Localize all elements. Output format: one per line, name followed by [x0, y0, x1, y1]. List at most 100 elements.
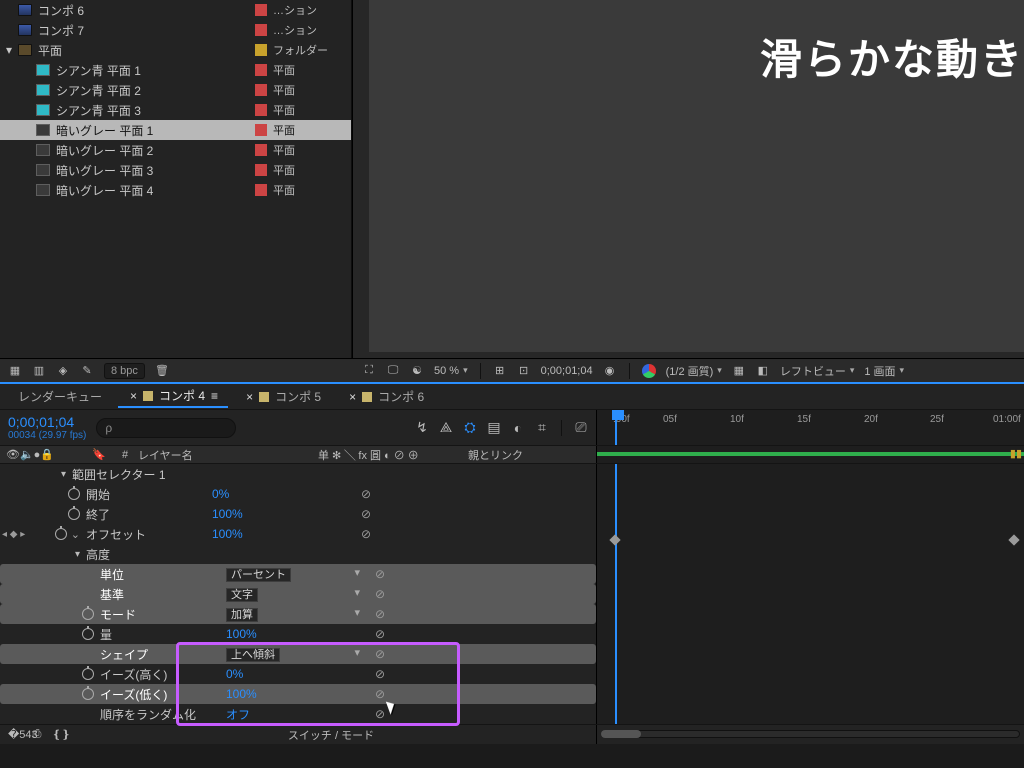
close-tab-icon[interactable]: × [246, 390, 253, 404]
project-item[interactable]: 暗いグレー 平面 1平面 [0, 120, 351, 140]
color-management-icon[interactable] [642, 364, 656, 378]
trash-icon[interactable]: 🗑 [155, 364, 169, 377]
property-row[interactable]: 量100%⊘ [0, 624, 596, 644]
screen-count-dropdown[interactable]: 1 画面▾ [864, 363, 904, 379]
project-item[interactable]: コンポ 7…ション [0, 20, 351, 40]
timeline-tab[interactable]: ×コンポ 4 ≡ [118, 385, 228, 408]
project-item[interactable]: ▾平面フォルダー [0, 40, 351, 60]
property-dropdown[interactable]: 文字 ▾ [226, 588, 258, 602]
layer-search-input[interactable]: ρ [96, 418, 236, 438]
property-row[interactable]: 開始0%⊘ [0, 484, 596, 504]
grid-icon[interactable]: ⊞ [493, 364, 507, 377]
region-icon[interactable]: ◧ [756, 364, 770, 377]
snap-icon[interactable]: ⎚ [574, 419, 588, 436]
time-scrollbar[interactable] [601, 730, 1020, 738]
interpret-footage-icon[interactable]: ▦ [8, 364, 22, 377]
label-color-icon[interactable] [255, 124, 267, 136]
col-index[interactable]: # [112, 449, 138, 461]
current-timecode[interactable]: 0;00;01;04 [8, 414, 86, 430]
label-color-icon[interactable] [255, 64, 267, 76]
expression-link-icon[interactable]: ⊘ [346, 527, 386, 541]
toggle-modes-icon[interactable]: ⎙ [30, 728, 44, 741]
current-time-indicator[interactable] [615, 464, 617, 724]
property-dropdown[interactable]: パーセント ▾ [226, 568, 291, 582]
timeline-tab[interactable]: ×コンポ 5 [234, 386, 331, 407]
stopwatch-icon[interactable] [82, 608, 94, 620]
property-row[interactable]: シェイプ上へ傾斜 ▾⊘ [0, 644, 596, 664]
time-ruler[interactable]: :00f05f10f15f20f25f01:00f [596, 410, 1024, 445]
property-dropdown[interactable]: 上へ傾斜 ▾ [226, 648, 280, 662]
toggle-brace-icon[interactable]: ❴❵ [52, 728, 66, 741]
project-item[interactable]: シアン青 平面 2平面 [0, 80, 351, 100]
label-color-icon[interactable] [255, 184, 267, 196]
stopwatch-icon[interactable] [82, 688, 94, 700]
property-value[interactable]: 100% [226, 627, 360, 641]
property-value[interactable]: 0% [212, 487, 346, 501]
cti-head-icon[interactable] [615, 410, 617, 445]
twirl-icon[interactable]: ▾ [61, 469, 66, 480]
expression-link-icon[interactable]: ⊘ [360, 687, 400, 701]
property-value[interactable]: 0% [226, 667, 360, 681]
label-color-icon[interactable] [255, 84, 267, 96]
property-row[interactable]: ▾範囲セレクター 1 [0, 464, 596, 484]
expression-link-icon[interactable]: ⊘ [346, 507, 386, 521]
property-row[interactable]: モード加算 ▾⊘ [0, 604, 596, 624]
stopwatch-icon[interactable] [68, 488, 80, 500]
viewer-timecode[interactable]: 0;00;01;04 [541, 365, 593, 377]
resolution-dropdown[interactable]: (1/2 画質)▾ [666, 363, 722, 379]
project-tree[interactable]: コンポ 6…ションコンポ 7…ション▾平面フォルダーシアン青 平面 1平面シアン… [0, 0, 351, 358]
zoom-dropdown[interactable]: 50 %▾ [434, 365, 468, 377]
keyframe-icon[interactable] [1008, 534, 1019, 545]
project-item[interactable]: コンポ 6…ション [0, 0, 351, 20]
label-color-icon[interactable] [255, 164, 267, 176]
label-color-icon[interactable] [255, 44, 267, 56]
expression-link-icon[interactable]: ⊘ [360, 627, 400, 641]
col-parent[interactable]: 親とリンク [468, 447, 596, 463]
expression-link-icon[interactable]: ⊘ [360, 667, 400, 681]
close-tab-icon[interactable]: × [349, 390, 356, 404]
graph-editor-icon[interactable]: ⌗ [535, 419, 549, 436]
stopwatch-icon[interactable] [82, 628, 94, 640]
frame-blend-icon[interactable]: ▤ [487, 419, 501, 436]
property-row[interactable]: ◂ ◆ ▸⌄オフセット100%⊘ [0, 524, 596, 544]
expression-link-icon[interactable]: ⊘ [360, 647, 400, 661]
shy-icon[interactable]: ⛭ [463, 419, 477, 436]
snapshot-icon[interactable]: ◉ [603, 364, 617, 377]
expression-link-icon[interactable]: ⊘ [360, 567, 400, 581]
label-color-icon[interactable] [255, 4, 267, 16]
col-layer-name[interactable]: レイヤー名 [138, 447, 318, 463]
twirl-icon[interactable]: ▾ [75, 549, 80, 560]
motion-blur-icon[interactable]: ◐ [511, 420, 525, 436]
property-row[interactable]: イーズ(低く)100%⊘ [0, 684, 596, 704]
comp-mini-flow-icon[interactable]: ↯ [415, 419, 429, 436]
transparency-grid-icon[interactable]: ▦ [732, 364, 746, 377]
project-item[interactable]: 暗いグレー 平面 3平面 [0, 160, 351, 180]
timeline-tab[interactable]: レンダーキュー [8, 386, 112, 407]
display-icon[interactable]: 🖵 [386, 364, 400, 377]
keyframe-nav[interactable]: ◂ ◆ ▸ [2, 529, 25, 540]
view-dropdown[interactable]: レフトビュー▾ [780, 363, 855, 379]
stopwatch-icon[interactable] [55, 528, 67, 540]
property-value[interactable]: 100% [226, 687, 360, 701]
adjust-icon[interactable]: ✎ [80, 364, 94, 377]
property-row[interactable]: 終了100%⊘ [0, 504, 596, 524]
disclosure-triangle-icon[interactable]: ▾ [6, 43, 18, 57]
col-switches[interactable]: 单 ✻ ╲ fx 圓 ◐ ⊘ ⊕ [318, 447, 468, 463]
property-value[interactable]: オフ [226, 706, 360, 723]
new-comp-icon[interactable]: ◈ [56, 364, 70, 377]
col-av-toggles[interactable]: 👁🔈●🔒 [0, 448, 86, 461]
property-value[interactable]: 100% [212, 527, 346, 541]
project-item[interactable]: 暗いグレー 平面 2平面 [0, 140, 351, 160]
property-row[interactable]: 基準文字 ▾⊘ [0, 584, 596, 604]
project-item[interactable]: シアン青 平面 1平面 [0, 60, 351, 80]
expression-link-icon[interactable]: ⊘ [360, 587, 400, 601]
project-item[interactable]: シアン青 平面 3平面 [0, 100, 351, 120]
timeline-tabs[interactable]: レンダーキュー×コンポ 4 ≡×コンポ 5×コンポ 6 [0, 384, 1024, 410]
property-row[interactable]: 順序をランダム化オフ⊘ [0, 704, 596, 724]
keyframe-icon[interactable] [609, 534, 620, 545]
label-color-icon[interactable] [255, 104, 267, 116]
close-tab-icon[interactable]: × [130, 389, 137, 403]
stopwatch-icon[interactable] [82, 668, 94, 680]
switch-mode-toggle[interactable]: スイッチ / モード [288, 727, 374, 743]
expression-link-icon[interactable]: ⊘ [360, 607, 400, 621]
